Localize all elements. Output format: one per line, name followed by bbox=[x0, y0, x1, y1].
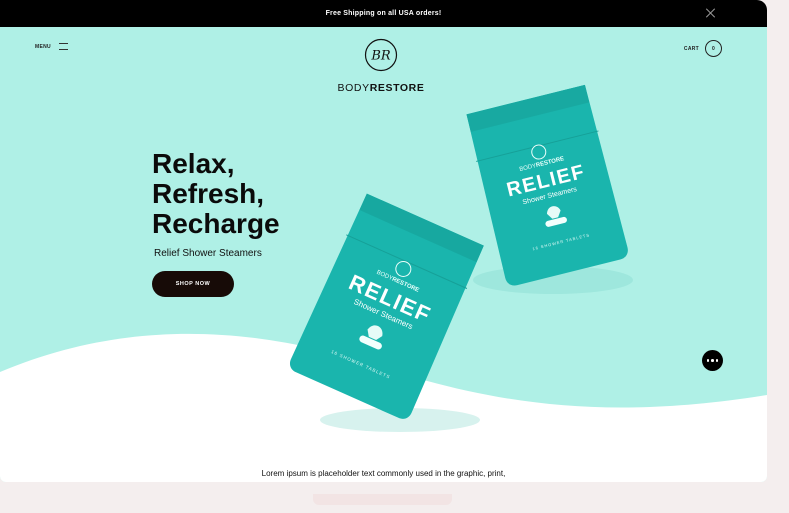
hero-subheadline: Relief Shower Steamers bbox=[154, 248, 262, 259]
announcement-text: Free Shipping on all USA orders! bbox=[325, 10, 442, 17]
headline-line: Relax, bbox=[152, 148, 235, 179]
svg-text:BR: BR bbox=[370, 49, 391, 64]
cart-label: CART bbox=[683, 45, 699, 52]
hero-section: MENU BR BODYRESTORE CART 0 BODYRESTORE R… bbox=[0, 27, 767, 482]
menu-lines-icon bbox=[58, 43, 68, 50]
device-stand bbox=[313, 494, 452, 505]
cart-count-badge: 0 bbox=[705, 40, 722, 57]
product-pouch-front: BODYRESTORE RELIEF Shower Steamers 16 SH… bbox=[280, 192, 485, 432]
shop-now-button[interactable]: SHOP NOW bbox=[152, 271, 234, 297]
chat-dots-icon[interactable] bbox=[702, 350, 723, 371]
browser-screen: Free Shipping on all USA orders! MENU BR… bbox=[0, 0, 767, 482]
logo-monogram-icon: BR bbox=[364, 38, 398, 72]
headline-line: Recharge bbox=[152, 208, 280, 239]
announcement-bar: Free Shipping on all USA orders! bbox=[0, 0, 767, 27]
menu-label: MENU bbox=[35, 43, 51, 50]
hero-headline: Relax, Refresh, Recharge bbox=[152, 149, 280, 239]
close-icon[interactable] bbox=[705, 7, 717, 19]
logo-wordmark: BODYRESTORE bbox=[337, 82, 425, 94]
cart-button[interactable]: CART 0 bbox=[684, 40, 722, 57]
headline-line: Refresh, bbox=[152, 178, 265, 209]
menu-button[interactable]: MENU bbox=[35, 43, 68, 50]
intro-paragraph: Lorem ipsum is placeholder text commonly… bbox=[261, 469, 506, 478]
site-logo[interactable]: BR BODYRESTORE bbox=[331, 38, 431, 94]
